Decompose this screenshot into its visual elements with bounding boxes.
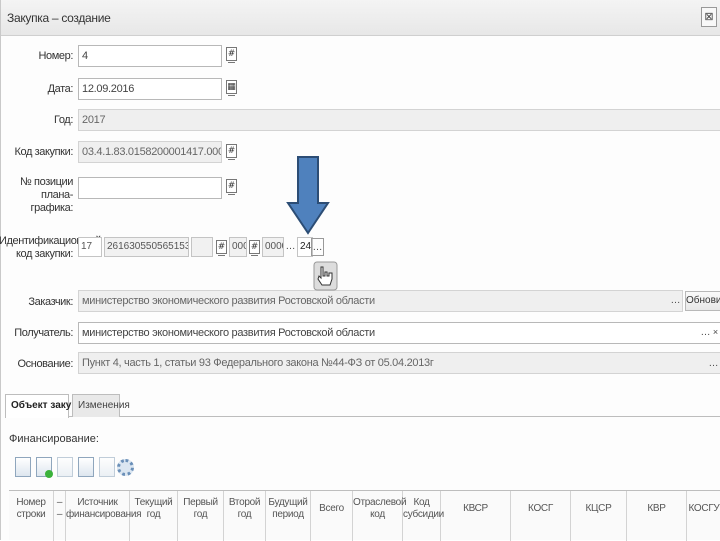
recipient-input[interactable]: министерство экономического развития Рос…: [78, 322, 720, 344]
lookup-icon[interactable]: …: [669, 292, 682, 310]
window-title: Закупка – создание: [7, 11, 111, 25]
lookup-icon[interactable]: …: [284, 238, 297, 256]
settings-gear-icon[interactable]: [117, 459, 134, 476]
grid-header-toggle[interactable]: – –: [54, 491, 66, 541]
plan-position-label: № позиции плана-графика:: [20, 176, 73, 214]
ident-code-part5: 0000: [262, 237, 284, 257]
edit-icon[interactable]: #: [216, 240, 227, 256]
calendar-icon[interactable]: ▦: [226, 80, 237, 96]
grid-toolbar: [9, 454, 720, 480]
procurement-window: Закупка – создание ⊠ Номер: 4 # Дата: 12…: [0, 0, 720, 541]
ident-code-part3: [191, 237, 213, 257]
title-bar: Закупка – создание ⊠: [1, 0, 720, 36]
tab-purchase-object[interactable]: Объект закупки: [5, 394, 89, 418]
ident-code-year[interactable]: 17: [78, 237, 102, 257]
add-row-icon[interactable]: [36, 457, 53, 478]
annotation-arrow-icon: [286, 156, 330, 235]
edit-icon[interactable]: #: [226, 179, 237, 195]
lookup-button[interactable]: …: [311, 238, 324, 256]
edit-row-icon[interactable]: [15, 457, 31, 477]
purchase-code-label: Код закупки:: [14, 146, 73, 158]
edit-icon[interactable]: #: [249, 240, 260, 256]
tab-strip: Объект закупки Изменения: [5, 392, 720, 418]
purchase-code-field: 03.4.1.83.0158200001417.00019: [78, 141, 222, 163]
grid-header[interactable]: Отраслевой код: [353, 491, 407, 541]
grid-header[interactable]: Источник финансирования: [66, 491, 142, 541]
edit-icon[interactable]: #: [226, 47, 237, 63]
year-field: 2017: [78, 109, 720, 131]
grid-header[interactable]: КВР: [627, 491, 687, 541]
export-icon[interactable]: [99, 457, 115, 477]
recipient-label: Получатель:: [14, 327, 73, 339]
plan-position-input[interactable]: [78, 177, 222, 199]
copy-row-icon[interactable]: [78, 457, 94, 477]
tab-changes[interactable]: Изменения: [72, 394, 130, 417]
grid-header[interactable]: КОСГУ: [687, 491, 720, 541]
close-icon[interactable]: ⊠: [701, 7, 717, 27]
grid-header[interactable]: КВСР: [441, 491, 511, 541]
ident-code-label: Идентификационный код закупки:: [0, 235, 102, 260]
basis-label: Основание:: [17, 358, 74, 370]
grid-header[interactable]: Текущий год: [130, 491, 178, 541]
number-label: Номер:: [38, 50, 73, 62]
financing-label: Финансирование:: [9, 433, 99, 445]
grid-header[interactable]: КЦСР: [571, 491, 627, 541]
grid-header[interactable]: Второй год: [224, 491, 266, 541]
grid-header[interactable]: Будущий период: [266, 491, 311, 541]
ident-code-inn: 26163055056515301001: [104, 237, 189, 257]
delete-row-icon[interactable]: [57, 457, 73, 477]
edit-icon[interactable]: #: [226, 144, 237, 160]
grid-header[interactable]: Всего: [311, 491, 353, 541]
ident-code-part4: 000: [229, 237, 247, 257]
lookup-icon[interactable]: …: [707, 355, 720, 373]
grid-header[interactable]: КОСГ: [511, 491, 571, 541]
grid-header[interactable]: Первый год: [178, 491, 224, 541]
financing-grid: Номер строки – – Источник финансирования …: [9, 490, 720, 541]
basis-field: Пункт 4, часть 1, статьи 93 Федерального…: [78, 352, 720, 374]
number-input[interactable]: 4: [78, 45, 222, 67]
clear-icon[interactable]: ×: [709, 323, 720, 341]
date-input[interactable]: 12.09.2016: [78, 78, 222, 100]
grid-header[interactable]: Код субсидии: [403, 491, 444, 541]
grid-header[interactable]: Номер строки: [9, 491, 54, 541]
refresh-button[interactable]: Обновить: [685, 291, 720, 311]
date-label: Дата:: [47, 83, 74, 95]
customer-field: министерство экономического развития Рос…: [78, 290, 683, 312]
hand-cursor-icon: [313, 261, 338, 291]
customer-label: Заказчик:: [28, 296, 73, 308]
year-label: Год:: [54, 114, 73, 126]
